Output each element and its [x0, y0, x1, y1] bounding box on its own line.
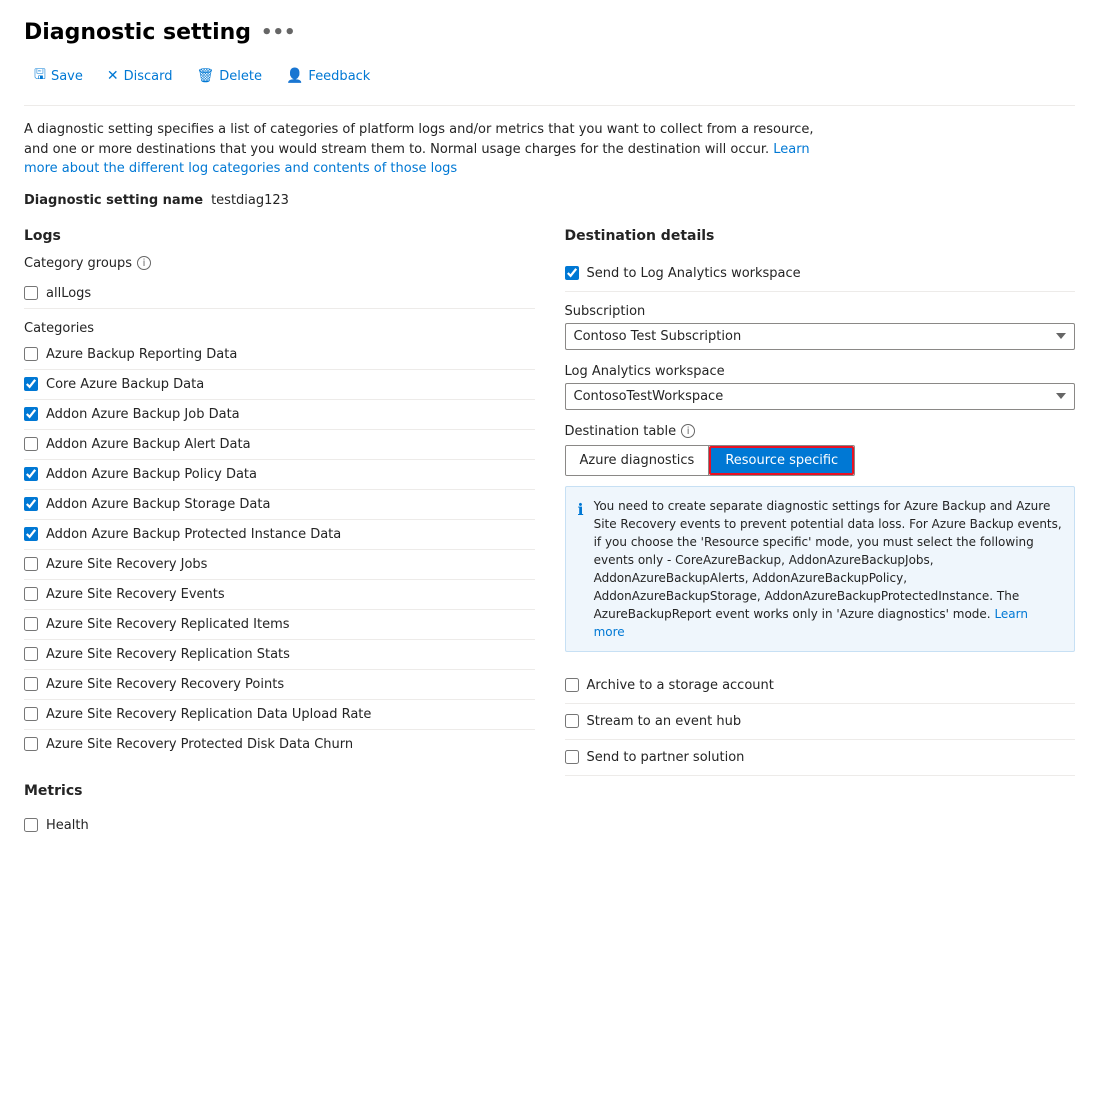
cat9-checkbox[interactable]: [24, 587, 38, 601]
cat10-label: Azure Site Recovery Replicated Items: [46, 617, 290, 632]
cat4-label: Addon Azure Backup Alert Data: [46, 437, 251, 452]
list-item: Azure Site Recovery Jobs: [24, 550, 535, 580]
partner-checkbox[interactable]: [565, 750, 579, 764]
cat9-label: Azure Site Recovery Events: [46, 587, 225, 602]
list-item: Azure Backup Reporting Data: [24, 340, 535, 370]
subscription-select[interactable]: Contoso Test Subscription: [565, 323, 1076, 350]
resource-specific-tab[interactable]: Resource specific: [711, 448, 852, 473]
subscription-group: Subscription Contoso Test Subscription: [565, 304, 1076, 350]
workspace-select[interactable]: ContosoTestWorkspace: [565, 383, 1076, 410]
allLogs-checkbox[interactable]: [24, 286, 38, 300]
archive-checkbox-row: Archive to a storage account: [565, 668, 1076, 704]
list-item: Azure Site Recovery Events: [24, 580, 535, 610]
destination-table-section: Destination table i Azure diagnostics Re…: [565, 424, 1076, 652]
cat11-label: Azure Site Recovery Replication Stats: [46, 647, 290, 662]
save-button[interactable]: 🖫 Save: [24, 59, 93, 93]
cat4-checkbox[interactable]: [24, 437, 38, 451]
partner-checkbox-row: Send to partner solution: [565, 740, 1076, 776]
cat13-checkbox[interactable]: [24, 707, 38, 721]
workspace-group: Log Analytics workspace ContosoTestWorks…: [565, 364, 1076, 410]
category-groups-title: Category groups i: [24, 256, 535, 271]
cat3-checkbox[interactable]: [24, 407, 38, 421]
cat12-label: Azure Site Recovery Recovery Points: [46, 677, 284, 692]
list-item: Azure Site Recovery Replication Stats: [24, 640, 535, 670]
cat14-label: Azure Site Recovery Protected Disk Data …: [46, 737, 353, 752]
destination-section-title: Destination details: [565, 228, 1076, 244]
cat5-label: Addon Azure Backup Policy Data: [46, 467, 257, 482]
feedback-icon: 👤: [286, 68, 303, 84]
info-box: ℹ You need to create separate diagnostic…: [565, 486, 1076, 652]
discard-icon: ✕: [107, 68, 119, 84]
subscription-label: Subscription: [565, 304, 1076, 319]
cat11-checkbox[interactable]: [24, 647, 38, 661]
list-item: Azure Site Recovery Protected Disk Data …: [24, 730, 535, 759]
logs-section-title: Logs: [24, 228, 535, 244]
cat2-label: Core Azure Backup Data: [46, 377, 204, 392]
description: A diagnostic setting specifies a list of…: [24, 120, 824, 179]
allLogs-checkbox-row: allLogs: [24, 279, 535, 308]
list-item: Addon Azure Backup Alert Data: [24, 430, 535, 460]
workspace-label: Log Analytics workspace: [565, 364, 1076, 379]
destination-table-info-icon: i: [681, 424, 695, 438]
cat1-checkbox[interactable]: [24, 347, 38, 361]
list-item: Addon Azure Backup Policy Data: [24, 460, 535, 490]
list-item: Addon Azure Backup Job Data: [24, 400, 535, 430]
destination-section: Destination details Send to Log Analytic…: [565, 228, 1076, 776]
cat1-label: Azure Backup Reporting Data: [46, 347, 237, 362]
logs-section: Logs Category groups i allLogs Categorie…: [24, 228, 565, 840]
resource-specific-outline: Resource specific: [709, 446, 854, 475]
cat10-checkbox[interactable]: [24, 617, 38, 631]
cat6-checkbox[interactable]: [24, 497, 38, 511]
cat14-checkbox[interactable]: [24, 737, 38, 751]
allLogs-label: allLogs: [46, 286, 91, 301]
log-analytics-checkbox-row: Send to Log Analytics workspace: [565, 256, 1076, 292]
cat6-label: Addon Azure Backup Storage Data: [46, 497, 270, 512]
metrics-section: Metrics Health: [24, 783, 535, 840]
list-item: Addon Azure Backup Protected Instance Da…: [24, 520, 535, 550]
list-item: Azure Site Recovery Replication Data Upl…: [24, 700, 535, 730]
list-item: Azure Site Recovery Replicated Items: [24, 610, 535, 640]
archive-checkbox[interactable]: [565, 678, 579, 692]
delete-button[interactable]: 🗑 Delete: [186, 63, 272, 89]
cat8-label: Azure Site Recovery Jobs: [46, 557, 207, 572]
cat8-checkbox[interactable]: [24, 557, 38, 571]
feedback-button[interactable]: 👤 Feedback: [276, 63, 380, 89]
metrics-section-title: Metrics: [24, 783, 535, 799]
info-box-text: You need to create separate diagnostic s…: [594, 497, 1062, 641]
cat5-checkbox[interactable]: [24, 467, 38, 481]
discard-button[interactable]: ✕ Discard: [97, 63, 183, 89]
delete-icon: 🗑: [196, 68, 214, 84]
info-box-icon: ℹ: [578, 498, 584, 641]
cat12-checkbox[interactable]: [24, 677, 38, 691]
list-item: Addon Azure Backup Storage Data: [24, 490, 535, 520]
toolbar: 🖫 Save ✕ Discard 🗑 Delete 👤 Feedback: [24, 59, 1075, 106]
setting-name-row: Diagnostic setting name testdiag123: [24, 193, 1075, 208]
stream-checkbox[interactable]: [565, 714, 579, 728]
health-label: Health: [46, 818, 89, 833]
category-groups-info-icon: i: [137, 256, 151, 270]
archive-label: Archive to a storage account: [587, 678, 774, 693]
more-options-icon[interactable]: •••: [261, 22, 296, 43]
partner-label: Send to partner solution: [587, 750, 745, 765]
list-item: Azure Site Recovery Recovery Points: [24, 670, 535, 700]
destination-table-tabs: Azure diagnostics Resource specific: [565, 445, 856, 476]
categories-title: Categories: [24, 321, 535, 336]
health-checkbox-row: Health: [24, 811, 535, 840]
azure-diagnostics-tab[interactable]: Azure diagnostics: [566, 446, 710, 475]
cat7-label: Addon Azure Backup Protected Instance Da…: [46, 527, 341, 542]
cat7-checkbox[interactable]: [24, 527, 38, 541]
stream-label: Stream to an event hub: [587, 714, 742, 729]
save-icon: 🖫: [34, 64, 46, 88]
health-checkbox[interactable]: [24, 818, 38, 832]
cat2-checkbox[interactable]: [24, 377, 38, 391]
cat3-label: Addon Azure Backup Job Data: [46, 407, 240, 422]
log-analytics-checkbox[interactable]: [565, 266, 579, 280]
cat13-label: Azure Site Recovery Replication Data Upl…: [46, 707, 371, 722]
page-title: Diagnostic setting •••: [24, 20, 1075, 45]
stream-checkbox-row: Stream to an event hub: [565, 704, 1076, 740]
list-item: Core Azure Backup Data: [24, 370, 535, 400]
log-analytics-label: Send to Log Analytics workspace: [587, 266, 801, 281]
destination-table-label: Destination table i: [565, 424, 1076, 439]
